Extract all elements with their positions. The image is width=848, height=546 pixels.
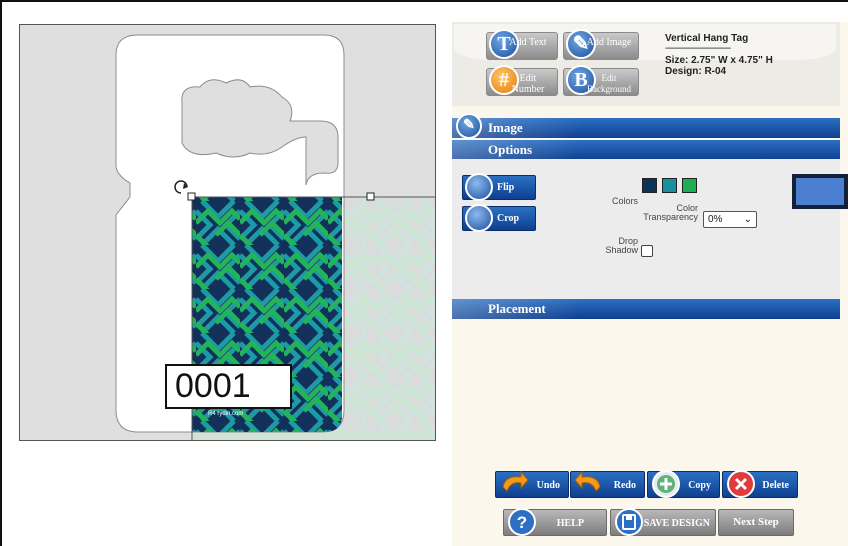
chevron-down-icon: ⌄ bbox=[743, 214, 752, 225]
next-step-label: Next Step bbox=[733, 516, 779, 528]
options-panel-header[interactable]: Options bbox=[452, 140, 840, 160]
help-button[interactable]: ? HELP bbox=[503, 508, 607, 536]
options-panel-title: Options bbox=[488, 142, 533, 157]
image-section-icon: ✎ bbox=[456, 113, 482, 139]
image-panel-title: Image bbox=[488, 120, 523, 135]
flip-label: Flip bbox=[497, 182, 515, 193]
add-text-button[interactable]: T Add Text bbox=[486, 29, 558, 60]
copy-label: Copy bbox=[688, 480, 711, 491]
edit-background-label: Edit Background bbox=[587, 73, 631, 94]
transparency-select[interactable]: 0% ⌄ bbox=[703, 211, 757, 228]
copy-icon bbox=[652, 470, 680, 498]
save-design-button[interactable]: SAVE DESIGN bbox=[610, 508, 716, 536]
product-size: Size: 2.75" W x 4.75" H bbox=[665, 55, 773, 66]
undo-label: Undo bbox=[536, 480, 560, 491]
delete-button[interactable]: Delete bbox=[722, 470, 798, 498]
drop-shadow-label-2: Shadow bbox=[605, 245, 638, 255]
flip-icon bbox=[465, 173, 493, 201]
copy-button[interactable]: Copy bbox=[647, 470, 720, 498]
color-transparency-label-2: Transparency bbox=[643, 212, 698, 222]
placement-panel-header[interactable]: Placement bbox=[452, 299, 840, 319]
tag-small-print: R4 rydin.com bbox=[208, 411, 244, 417]
save-design-label: SAVE DESIGN bbox=[643, 518, 710, 529]
design-canvas[interactable]: 0001 R4 rydin.com bbox=[19, 24, 436, 441]
edit-number-label: Edit Number bbox=[511, 73, 545, 95]
crop-icon bbox=[465, 204, 493, 232]
image-panel-header[interactable]: ✎ Image bbox=[452, 113, 840, 139]
color-swatch-teal[interactable] bbox=[662, 178, 677, 193]
delete-label: Delete bbox=[762, 480, 789, 491]
crop-label: Crop bbox=[497, 213, 520, 224]
undo-button[interactable]: Undo bbox=[495, 470, 569, 498]
redo-arrow-icon bbox=[574, 470, 601, 492]
edit-number-button[interactable]: # Edit Number bbox=[486, 65, 558, 96]
drop-shadow-checkbox[interactable] bbox=[641, 245, 653, 257]
add-image-label: Add Image bbox=[586, 37, 632, 48]
add-text-label: Add Text bbox=[509, 37, 547, 48]
product-divider: ---------------------------- bbox=[665, 43, 731, 54]
delete-x-icon bbox=[727, 470, 755, 498]
next-step-button[interactable]: Next Step bbox=[718, 509, 794, 536]
save-disk-icon bbox=[615, 508, 643, 536]
edit-background-button[interactable]: B Edit Background bbox=[563, 65, 639, 96]
svg-text:?: ? bbox=[517, 513, 527, 532]
help-question-icon: ? bbox=[508, 508, 536, 536]
color-swatch-green[interactable] bbox=[682, 178, 697, 193]
help-label: HELP bbox=[556, 518, 584, 529]
transparency-value: 0% bbox=[708, 214, 723, 225]
placement-panel-title: Placement bbox=[488, 301, 546, 316]
redo-label: Redo bbox=[613, 480, 636, 491]
color-preview-box bbox=[792, 174, 848, 209]
crop-button[interactable]: Crop bbox=[462, 204, 536, 232]
color-swatch-navy[interactable] bbox=[642, 178, 657, 193]
tag-number[interactable]: 0001 bbox=[165, 364, 292, 409]
redo-button[interactable]: Redo bbox=[570, 470, 645, 498]
product-design: Design: R-04 bbox=[665, 66, 727, 77]
flip-button[interactable]: Flip bbox=[462, 173, 536, 201]
add-image-button[interactable]: ✎ Add Image bbox=[563, 29, 639, 60]
undo-arrow-icon bbox=[502, 470, 529, 492]
